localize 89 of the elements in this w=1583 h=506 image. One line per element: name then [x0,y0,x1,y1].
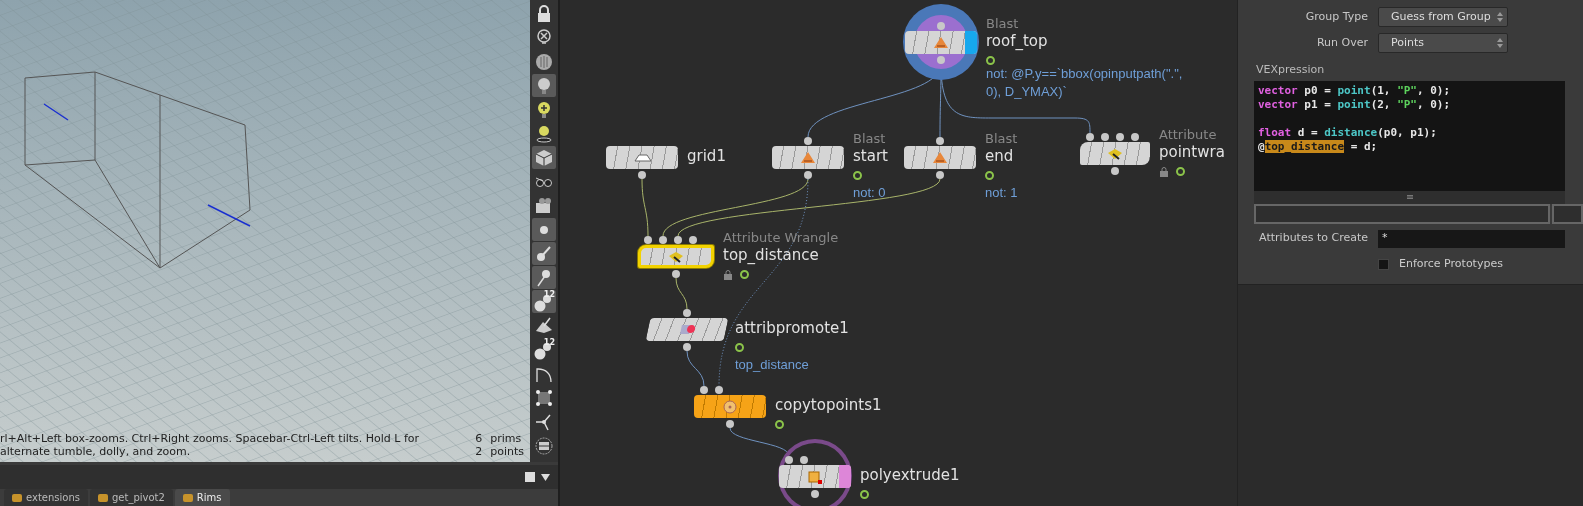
node-name: top_distance [723,247,819,264]
node-type: Blast [985,131,1018,146]
network-node[interactable] [1080,142,1150,165]
output-port[interactable] [811,490,819,498]
folder-icon [12,493,22,502]
network-node[interactable] [645,318,729,341]
node-name: attribpromote1 [735,320,849,337]
folder-icon [182,493,193,502]
connection-wire [686,350,705,387]
toolbar-button[interactable] [532,146,556,169]
stat-label: prims [490,432,523,445]
node-name: copytopoints1 [775,397,882,414]
field-label: Group Type [1304,8,1368,25]
toolbar-button[interactable]: 12 [532,290,556,313]
node-name: roof_top [986,33,1048,50]
code-line: float d = distance(p0, p1); [1258,124,1438,140]
input-port[interactable] [683,309,691,317]
output-port[interactable] [804,171,812,179]
network-tab[interactable]: get_pivot2 [89,489,173,506]
input-port[interactable] [936,137,944,145]
toolbar-button[interactable] [532,434,556,457]
node-icon [721,397,739,416]
code-line: vector p1 = point(2, "P", 0); [1258,97,1452,112]
wedge-icon [534,315,554,336]
node-comment: top_distance [735,356,809,374]
node-comment: not: 0 [853,184,886,202]
network-node[interactable] [694,395,766,418]
network-node[interactable] [606,146,678,169]
output-port[interactable] [1111,167,1119,175]
node-name: end [985,148,1014,165]
node-type: Blast [986,16,1019,31]
stat-label: points [490,445,524,458]
connection-wire [675,277,688,310]
network-node[interactable] [772,146,844,169]
checkbox-label: Enforce Prototypes [1399,256,1503,273]
light-bulb-icon [534,123,554,144]
node-name: polyextrude1 [860,467,960,484]
stat-count: 2 [475,445,483,458]
node-flag[interactable] [965,31,977,54]
count-label: 12 [543,339,555,347]
input-port[interactable] [937,22,945,30]
output-port[interactable] [936,171,944,179]
node-type: Attribute Wrangle [723,230,839,245]
input-field[interactable]: * [1378,229,1565,248]
node-type: Blast [853,131,886,146]
cube-icon [534,147,554,168]
dropdown-icon[interactable] [541,473,550,481]
camera-icon [534,195,554,216]
network-tab[interactable]: Rims [174,489,230,506]
node-name: start [853,148,888,165]
node-comment: not: 1 [985,184,1018,202]
input-port[interactable] [804,137,812,145]
network-node[interactable] [904,146,976,169]
output-port[interactable] [638,171,646,179]
square-select-icon [534,387,554,408]
spinner-icon [1497,12,1503,22]
network-node[interactable] [779,465,851,488]
checkbox[interactable] [1378,259,1389,270]
folder-icon [97,493,108,502]
spinner-icon [1497,38,1503,48]
dropdown[interactable]: Points [1378,33,1508,53]
stat-count: 6 [475,432,483,445]
code-line: vector p0 = point(1, "P", 0); [1258,83,1452,98]
node-type: Attribute [1159,127,1217,142]
sphere-icon [534,51,554,72]
disc-icon [534,435,554,456]
dropdown[interactable]: Guess from Group [1378,7,1508,27]
toolbar-button[interactable]: 12 [532,338,556,361]
network-node[interactable] [905,31,977,54]
node-comment: not: @P.y==`bbox(opinputpath(".", 0), D_YMAX)` [986,65,1184,101]
node-name: grid1 [687,148,726,165]
field-label: Run Over [1315,34,1368,51]
connection-wire [641,178,649,237]
toolbar-button[interactable] [532,218,556,241]
network-tab[interactable]: extensions [4,489,88,506]
network-node[interactable] [638,245,714,268]
toolbar-button[interactable] [532,242,556,265]
status-hint: rl+Alt+Left box-zooms. Ctrl+Right zooms. Spacebar-Ctrl-Left tilts. Hold L for alternate tumble, dolly, and zoom. [0,432,420,458]
node-flag[interactable] [839,465,851,488]
toolbar-button[interactable] [532,266,556,289]
output-port[interactable] [672,270,680,278]
field-label: Attributes to Create [1258,230,1368,247]
count-label: 12 [543,291,555,299]
section-label: VEXpression [1256,62,1326,78]
toolbar-button[interactable] [532,74,556,97]
node-name: pointwra [1159,144,1225,161]
output-port[interactable] [683,343,691,351]
output-port[interactable] [726,420,734,428]
resize-grip-icon[interactable] [1406,195,1413,199]
